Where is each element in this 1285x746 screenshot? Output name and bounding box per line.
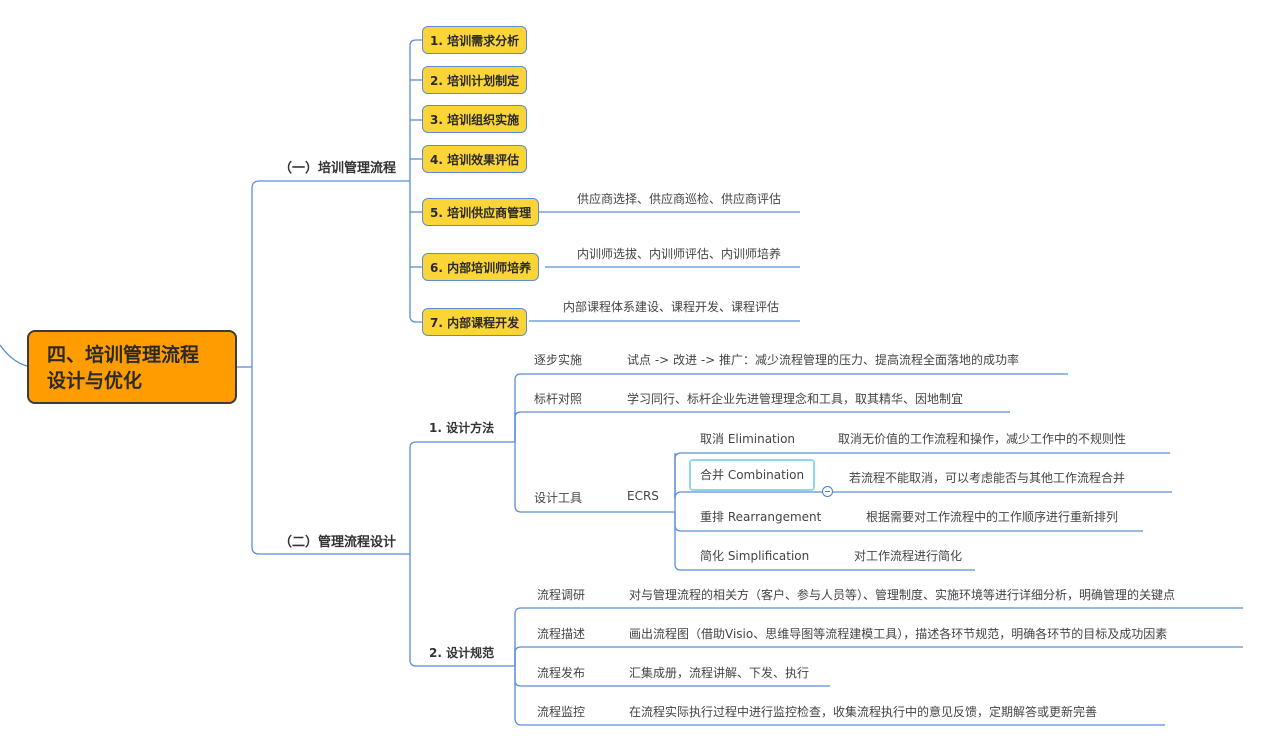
norm-description[interactable]: 流程描述	[537, 625, 585, 642]
topic-design-norms[interactable]: 2. 设计规范	[429, 644, 494, 661]
method-benchmark[interactable]: 标杆对照	[534, 390, 582, 407]
branch-training-process[interactable]: （一）培训管理流程	[279, 157, 396, 176]
ecrs-combination-selected[interactable]: 合并 Combination	[689, 459, 816, 491]
norm-research[interactable]: 流程调研	[537, 586, 585, 603]
collapse-toggle-icon[interactable]	[822, 486, 833, 497]
detail-rearrangement[interactable]: 根据需要对工作流程中的工作顺序进行重新排列	[866, 508, 1118, 525]
norm-monitoring[interactable]: 流程监控	[537, 703, 585, 720]
ecrs-topic[interactable]: ECRS	[627, 489, 659, 503]
detail-benchmark[interactable]: 学习同行、标杆企业先进管理理念和工具，取其精华、因地制宜	[627, 390, 963, 407]
topic-plan-making[interactable]: 2. 培训计划制定	[422, 66, 528, 94]
detail-description[interactable]: 画出流程图（借助Visio、思维导图等流程建模工具），描述各环节规范，明确各环节…	[629, 625, 1167, 642]
norm-release[interactable]: 流程发布	[537, 664, 585, 681]
topic-supplier-management[interactable]: 5. 培训供应商管理	[422, 198, 540, 226]
detail-course-development[interactable]: 内部课程体系建设、课程开发、课程评估	[563, 298, 779, 315]
root-topic[interactable]: 四、培训管理流程 设计与优化	[27, 330, 237, 404]
method-design-tool[interactable]: 设计工具	[534, 489, 582, 506]
detail-research[interactable]: 对与管理流程的相关方（客户、参与人员等）、管理制度、实施环境等进行详细分析，明确…	[629, 586, 1175, 603]
topic-internal-trainer[interactable]: 6. 内部培训师培养	[422, 253, 540, 281]
topic-evaluation[interactable]: 4. 培训效果评估	[422, 145, 528, 173]
detail-simplification[interactable]: 对工作流程进行简化	[854, 547, 962, 564]
topic-design-method[interactable]: 1. 设计方法	[429, 419, 494, 436]
ecrs-elimination[interactable]: 取消 Elimination	[700, 430, 795, 447]
root-title-line1: 四、培训管理流程	[47, 344, 200, 366]
detail-supplier[interactable]: 供应商选择、供应商巡检、供应商评估	[577, 190, 781, 207]
topic-organization[interactable]: 3. 培训组织实施	[422, 105, 528, 133]
detail-step-by-step[interactable]: 试点 -> 改进 -> 推广：减少流程管理的压力、提高流程全面落地的成功率	[627, 351, 1019, 368]
ecrs-rearrangement[interactable]: 重排 Rearrangement	[700, 508, 821, 525]
topic-course-development[interactable]: 7. 内部课程开发	[422, 308, 528, 336]
detail-combination[interactable]: 若流程不能取消，可以考虑能否与其他工作流程合并	[849, 469, 1125, 486]
root-title-line2: 设计与优化	[47, 370, 143, 392]
detail-elimination[interactable]: 取消无价值的工作流程和操作，减少工作中的不规则性	[838, 430, 1126, 447]
branch-process-design[interactable]: （二）管理流程设计	[279, 531, 396, 550]
detail-monitoring[interactable]: 在流程实际执行过程中进行监控检查，收集流程执行中的意见反馈，定期解答或更新完善	[629, 703, 1097, 720]
topic-needs-analysis[interactable]: 1. 培训需求分析	[422, 26, 528, 54]
detail-internal-trainer[interactable]: 内训师选拔、内训师评估、内训师培养	[577, 245, 781, 262]
ecrs-simplification[interactable]: 简化 Simplification	[700, 547, 809, 564]
method-step-by-step[interactable]: 逐步实施	[534, 351, 582, 368]
detail-release[interactable]: 汇集成册，流程讲解、下发、执行	[629, 664, 809, 681]
